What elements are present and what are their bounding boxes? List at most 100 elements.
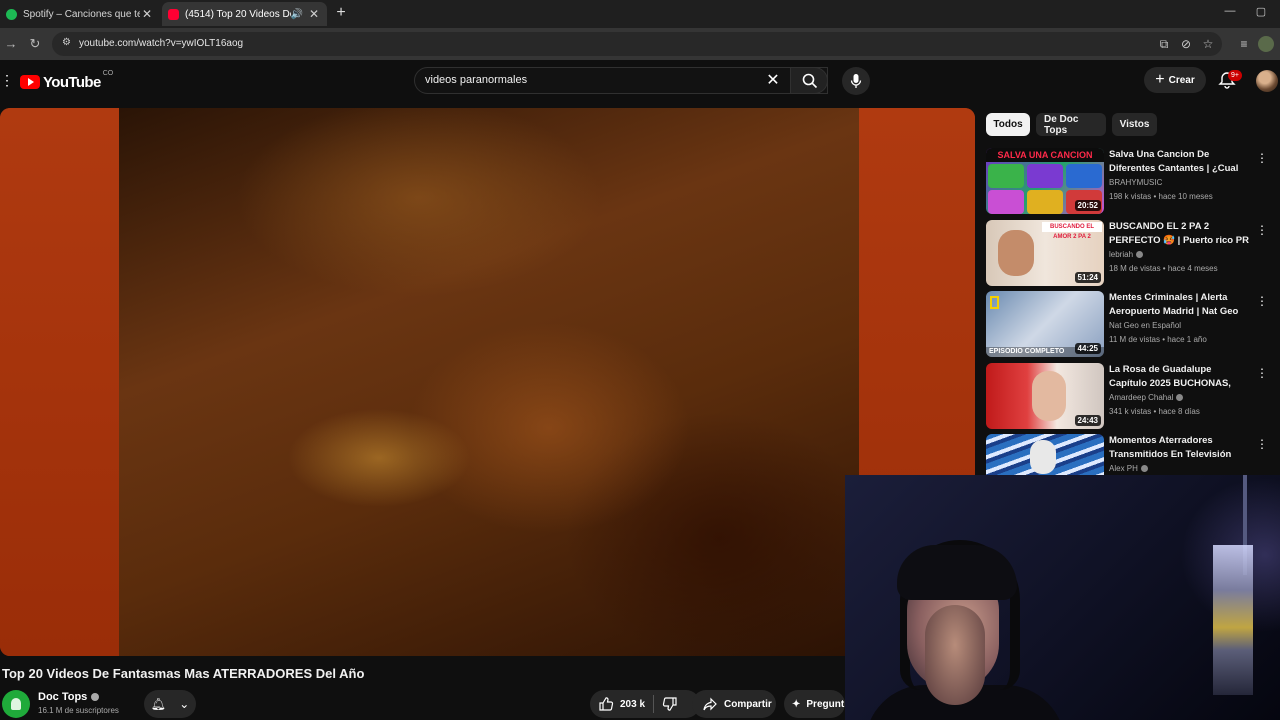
recommendation-item[interactable]: SALVA UNA CANCION 20:52 Salva Una Cancio… (986, 148, 1276, 214)
reload-icon[interactable]: ↻ (27, 36, 43, 52)
video-thumbnail[interactable]: 24:43 (986, 363, 1104, 429)
thumbnail-text: BUSCANDO EL AMOR 2 PA 2 (1042, 222, 1102, 240)
video-thumbnail[interactable]: SALVA UNA CANCION 20:52 (986, 148, 1104, 214)
recommendation-channel[interactable]: Amardeep Chahal (1109, 393, 1184, 402)
recommendation-title[interactable]: La Rosa de Guadalupe Capítulo 2025 BUCHO… (1109, 363, 1249, 391)
ask-button[interactable]: ✦ Pregunt (784, 690, 845, 718)
recommendation-channel[interactable]: Alex PH (1109, 464, 1148, 473)
youtube-logo[interactable]: YouTube CO (20, 70, 113, 92)
site-info-icon[interactable]: ⚙ (62, 37, 74, 49)
chip-vistos[interactable]: Vistos (1112, 113, 1157, 136)
search-input[interactable]: videos paranormales ✕ (414, 67, 828, 94)
recommendation-meta: 18 M de vistas • hace 4 meses (1109, 264, 1218, 273)
dislike-button[interactable] (654, 690, 686, 718)
reading-list-icon[interactable]: ≡ (1236, 36, 1252, 52)
recommendation-channel[interactable]: BRAHYMUSIC (1109, 178, 1162, 187)
create-button[interactable]: + Crear (1144, 67, 1206, 93)
address-bar[interactable]: ⚙ youtube.com/watch?v=ywIOLT16aog (52, 32, 1222, 56)
tab-title: (4514) Top 20 Videos De Fa (185, 8, 291, 20)
search-button[interactable] (790, 67, 828, 94)
ask-label: Pregunt (806, 698, 845, 710)
more-options-icon[interactable]: ⋮ (1256, 365, 1268, 381)
more-options-icon[interactable]: ⋮ (1256, 293, 1268, 309)
user-avatar[interactable] (1256, 70, 1278, 92)
more-options-icon[interactable]: ⋮ (1256, 150, 1268, 166)
subscription-bell-button[interactable]: 🔔︎ ⌄ (144, 690, 196, 718)
youtube-play-icon (20, 75, 40, 89)
channel-text: Amardeep Chahal (1109, 393, 1174, 402)
verified-icon (1136, 251, 1144, 258)
recommendation-channel[interactable]: lebriah (1109, 250, 1144, 259)
video-player[interactable] (0, 108, 975, 656)
recommendation-title[interactable]: Salva Una Cancion De Diferentes Cantante… (1109, 148, 1249, 176)
url-text: youtube.com/watch?v=ywIOLT16aog (79, 38, 244, 49)
cast-icon[interactable]: ⧉ (1156, 36, 1172, 52)
tab-spotify[interactable]: Spotify – Canciones que te gus ✕ (0, 2, 160, 26)
thumbs-up-icon (599, 697, 614, 711)
more-options-icon[interactable]: ⋮ (1256, 222, 1268, 238)
close-tab-icon[interactable]: ✕ (307, 7, 321, 21)
verified-icon (1140, 465, 1148, 472)
recommendation-item[interactable]: EPISODIO COMPLETO 44:25 Mentes Criminale… (986, 291, 1276, 357)
recommendation-channel[interactable]: Nat Geo en Español (1109, 321, 1181, 330)
like-dislike-group: 203 k (590, 690, 700, 718)
create-label: Crear (1168, 74, 1195, 86)
streamer-hair (897, 545, 1017, 600)
webcam-overlay (845, 475, 1280, 720)
recommendation-title[interactable]: BUSCANDO EL 2 PA 2 PERFECTO 🥵 | Puerto r… (1109, 220, 1249, 248)
background-lamp (1213, 545, 1253, 695)
chevron-down-icon: ⌄ (179, 697, 190, 711)
search-icon (802, 73, 818, 89)
verified-icon (91, 693, 100, 701)
share-icon (703, 697, 717, 711)
thumbnail-person (1030, 440, 1056, 474)
verified-icon (1176, 394, 1184, 401)
thumbnail-person (998, 230, 1034, 276)
speaker-icon[interactable]: 🔊 (291, 9, 303, 20)
recommendation-item[interactable]: 24:43 La Rosa de Guadalupe Capítulo 2025… (986, 363, 1276, 429)
more-options-icon[interactable]: ⋮ (1256, 436, 1268, 452)
channel-avatar[interactable] (2, 690, 30, 718)
minimize-icon[interactable]: — (1220, 5, 1240, 21)
thumbnail-tile (988, 190, 1024, 214)
share-button[interactable]: Compartir (692, 690, 776, 718)
close-tab-icon[interactable]: ✕ (140, 7, 154, 21)
plus-icon: + (1155, 71, 1165, 88)
video-frame[interactable] (119, 108, 859, 656)
notifications-badge: 9+ (1228, 70, 1242, 81)
duration-badge: 20:52 (1074, 200, 1101, 211)
tab-title: Spotify – Canciones que te gus (23, 8, 140, 20)
channel-name[interactable]: Doc Tops (38, 691, 100, 703)
eye-off-icon[interactable]: ⊘ (1178, 36, 1194, 52)
sparkle-icon: ✦ (792, 698, 801, 710)
recommendation-meta: 11 M de vistas • hace 1 año (1109, 335, 1207, 344)
bookmark-star-icon[interactable]: ☆ (1200, 36, 1216, 52)
forward-icon[interactable]: → (3, 36, 19, 52)
channel-text: lebriah (1109, 250, 1134, 259)
duration-badge: 24:43 (1074, 415, 1101, 426)
menu-icon[interactable]: ⋮ (0, 72, 14, 88)
clear-search-icon[interactable]: ✕ (763, 71, 783, 91)
tab-youtube[interactable]: (4514) Top 20 Videos De Fa 🔊 ✕ (162, 2, 327, 26)
player-pillarbox-left (0, 108, 119, 656)
video-thumbnail[interactable]: EPISODIO COMPLETO 44:25 (986, 291, 1104, 357)
recommendation-title[interactable]: Mentes Criminales | Alerta Aeropuerto Ma… (1109, 291, 1249, 319)
subscriber-count: 16.1 M de suscriptores (38, 706, 119, 715)
recommendation-item[interactable]: BUSCANDO EL AMOR 2 PA 2 51:24 BUSCANDO E… (986, 220, 1276, 286)
screen: Spotify – Canciones que te gus ✕ (4514) … (0, 0, 1280, 720)
like-count: 203 k (620, 698, 646, 710)
like-button[interactable]: 203 k (590, 690, 653, 718)
chip-de-doc-tops[interactable]: De Doc Tops (1036, 113, 1106, 136)
new-tab-button[interactable]: + (333, 4, 349, 22)
duration-badge: 44:25 (1074, 343, 1101, 354)
browser-profile-icon[interactable] (1258, 36, 1274, 52)
browser-tab-strip: Spotify – Canciones que te gus ✕ (4514) … (0, 0, 1280, 28)
share-label: Compartir (724, 698, 772, 710)
chip-todos[interactable]: Todos (986, 113, 1030, 136)
maximize-icon[interactable]: ▢ (1251, 5, 1271, 21)
channel-name-text: Doc Tops (38, 691, 88, 703)
voice-search-button[interactable] (842, 67, 870, 95)
thumbnail-tile (1027, 164, 1063, 188)
recommendation-title[interactable]: Momentos Aterradores Transmitidos En Tel… (1109, 434, 1249, 462)
video-thumbnail[interactable]: BUSCANDO EL AMOR 2 PA 2 51:24 (986, 220, 1104, 286)
